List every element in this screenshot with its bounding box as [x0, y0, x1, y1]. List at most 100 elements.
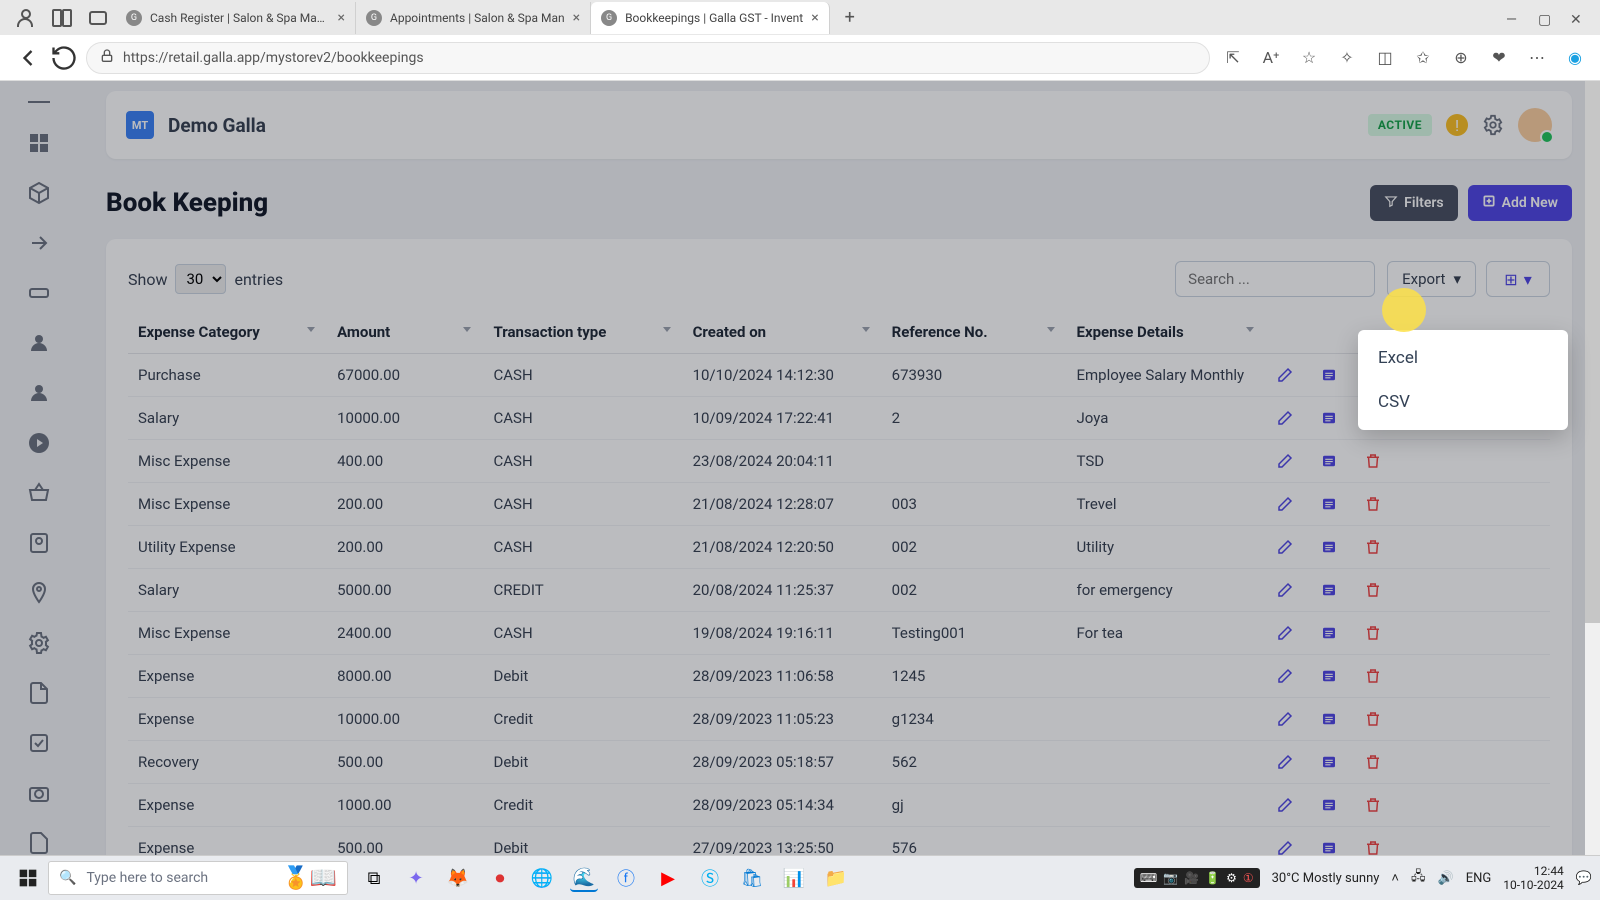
export-csv-item[interactable]: CSV	[1358, 380, 1568, 424]
arrow-right-icon[interactable]	[27, 231, 51, 255]
collections-icon[interactable]: ⊕	[1450, 47, 1472, 69]
taskbar-clock[interactable]: 12:44 10-10-2024	[1503, 864, 1564, 893]
dashboard-icon[interactable]	[27, 131, 51, 155]
delete-icon[interactable]	[1364, 667, 1382, 685]
copilot-taskbar-icon[interactable]: ✦	[402, 864, 430, 892]
tray-group[interactable]: ⌨ 📷 🎥 🔋 ⚙ ①	[1134, 868, 1260, 888]
view-icon[interactable]	[1320, 710, 1338, 728]
gear-icon[interactable]	[1482, 114, 1504, 136]
col-txn[interactable]: Transaction type	[483, 311, 682, 354]
menu-toggle-icon[interactable]	[27, 99, 51, 105]
camera-icon[interactable]	[27, 781, 51, 805]
chrome-icon[interactable]: 🌐	[528, 864, 556, 892]
browser-tab-0[interactable]: G Cash Register | Salon & Spa Mana ×	[116, 2, 356, 34]
network-icon[interactable]: 🖧	[1411, 867, 1426, 889]
delete-icon[interactable]	[1364, 710, 1382, 728]
firefox-icon[interactable]: 🦊	[444, 864, 472, 892]
check-box-icon[interactable]	[27, 731, 51, 755]
view-icon[interactable]	[1320, 667, 1338, 685]
sound-icon[interactable]: 🔊	[1438, 871, 1454, 886]
edit-icon[interactable]	[1276, 839, 1294, 855]
split-icon[interactable]: ◫	[1374, 47, 1396, 69]
close-icon[interactable]: ×	[573, 10, 580, 26]
read-aloud-icon[interactable]: A⁺	[1260, 47, 1282, 69]
copilot-icon[interactable]: ◉	[1564, 47, 1586, 69]
edit-icon[interactable]	[1276, 667, 1294, 685]
edit-icon[interactable]	[1276, 452, 1294, 470]
explorer-icon[interactable]: 📁	[822, 864, 850, 892]
edge-icon[interactable]: 🌊	[570, 864, 598, 892]
forward-icon[interactable]	[27, 431, 51, 455]
view-icon[interactable]	[1320, 581, 1338, 599]
search-input[interactable]	[1175, 261, 1375, 297]
pin-icon[interactable]	[27, 581, 51, 605]
edit-icon[interactable]	[1276, 538, 1294, 556]
weather-widget[interactable]: 30°C Mostly sunny	[1272, 871, 1380, 886]
view-icon[interactable]	[1320, 538, 1338, 556]
filters-button[interactable]: Filters	[1370, 185, 1457, 221]
view-icon[interactable]	[1320, 839, 1338, 855]
avatar[interactable]	[1518, 108, 1552, 142]
view-icon[interactable]	[1320, 796, 1338, 814]
tabs-icon[interactable]	[86, 6, 110, 30]
edit-icon[interactable]	[1276, 495, 1294, 513]
column-visibility-button[interactable]: ⊞ ▾	[1486, 261, 1550, 297]
document-icon[interactable]	[27, 681, 51, 705]
edit-icon[interactable]	[1276, 753, 1294, 771]
taskbar-search[interactable]: 🔍 Type here to search 🏅📖	[48, 861, 348, 895]
file-icon[interactable]	[27, 831, 51, 855]
task-view-icon[interactable]: ⧉	[360, 864, 388, 892]
col-created[interactable]: Created on	[683, 311, 882, 354]
refresh-button[interactable]	[50, 44, 78, 72]
view-icon[interactable]	[1320, 452, 1338, 470]
store-icon[interactable]: 🛍	[738, 864, 766, 892]
view-icon[interactable]	[1320, 624, 1338, 642]
new-tab-button[interactable]: +	[836, 4, 864, 32]
close-icon[interactable]: ×	[338, 10, 345, 26]
browser-tab-2[interactable]: G Bookkeepings | Galla GST - Invent ×	[591, 2, 830, 34]
edit-icon[interactable]	[1276, 366, 1294, 384]
edit-icon[interactable]	[1276, 710, 1294, 728]
delete-icon[interactable]	[1364, 581, 1382, 599]
extensions-icon[interactable]: ✧	[1336, 47, 1358, 69]
col-details[interactable]: Expense Details	[1067, 311, 1266, 354]
delete-icon[interactable]	[1364, 624, 1382, 642]
favorite-icon[interactable]: ☆	[1298, 47, 1320, 69]
workspaces-icon[interactable]	[50, 6, 74, 30]
edit-icon[interactable]	[1276, 796, 1294, 814]
action-center-icon[interactable]: 💬	[1576, 871, 1592, 886]
favorites-list-icon[interactable]: ✩	[1412, 47, 1434, 69]
tray-chevron-icon[interactable]: ˄	[1391, 870, 1399, 886]
col-amount[interactable]: Amount	[327, 311, 483, 354]
export-button[interactable]: Export ▾	[1387, 261, 1476, 297]
maximize-button[interactable]: ▢	[1538, 12, 1550, 24]
edit-icon[interactable]	[1276, 624, 1294, 642]
delete-icon[interactable]	[1364, 538, 1382, 556]
app-icon[interactable]: 📊	[780, 864, 808, 892]
basket-icon[interactable]	[27, 481, 51, 505]
col-category[interactable]: Expense Category	[128, 311, 327, 354]
youtube-icon[interactable]: ▶	[654, 864, 682, 892]
settings-icon[interactable]	[27, 631, 51, 655]
delete-icon[interactable]	[1364, 839, 1382, 855]
facebook-icon[interactable]: ⓕ	[612, 864, 640, 892]
entries-select[interactable]: 30	[175, 264, 226, 294]
delete-icon[interactable]	[1364, 796, 1382, 814]
delete-icon[interactable]	[1364, 452, 1382, 470]
add-new-button[interactable]: Add New	[1468, 185, 1572, 221]
ticket-icon[interactable]	[27, 281, 51, 305]
back-button[interactable]	[14, 44, 42, 72]
contacts-icon[interactable]	[27, 531, 51, 555]
vertical-scrollbar[interactable]	[1585, 81, 1600, 855]
more-icon[interactable]: ⋯	[1526, 47, 1548, 69]
user-icon[interactable]	[27, 331, 51, 355]
col-ref[interactable]: Reference No.	[882, 311, 1067, 354]
export-excel-item[interactable]: Excel	[1358, 336, 1568, 380]
start-button[interactable]	[18, 868, 38, 888]
view-icon[interactable]	[1320, 366, 1338, 384]
view-icon[interactable]	[1320, 495, 1338, 513]
record-icon[interactable]: ⏺	[486, 864, 514, 892]
browser-tab-1[interactable]: G Appointments | Salon & Spa Man ×	[356, 2, 591, 34]
user-alt-icon[interactable]	[27, 381, 51, 405]
minimize-button[interactable]: —	[1506, 12, 1518, 24]
